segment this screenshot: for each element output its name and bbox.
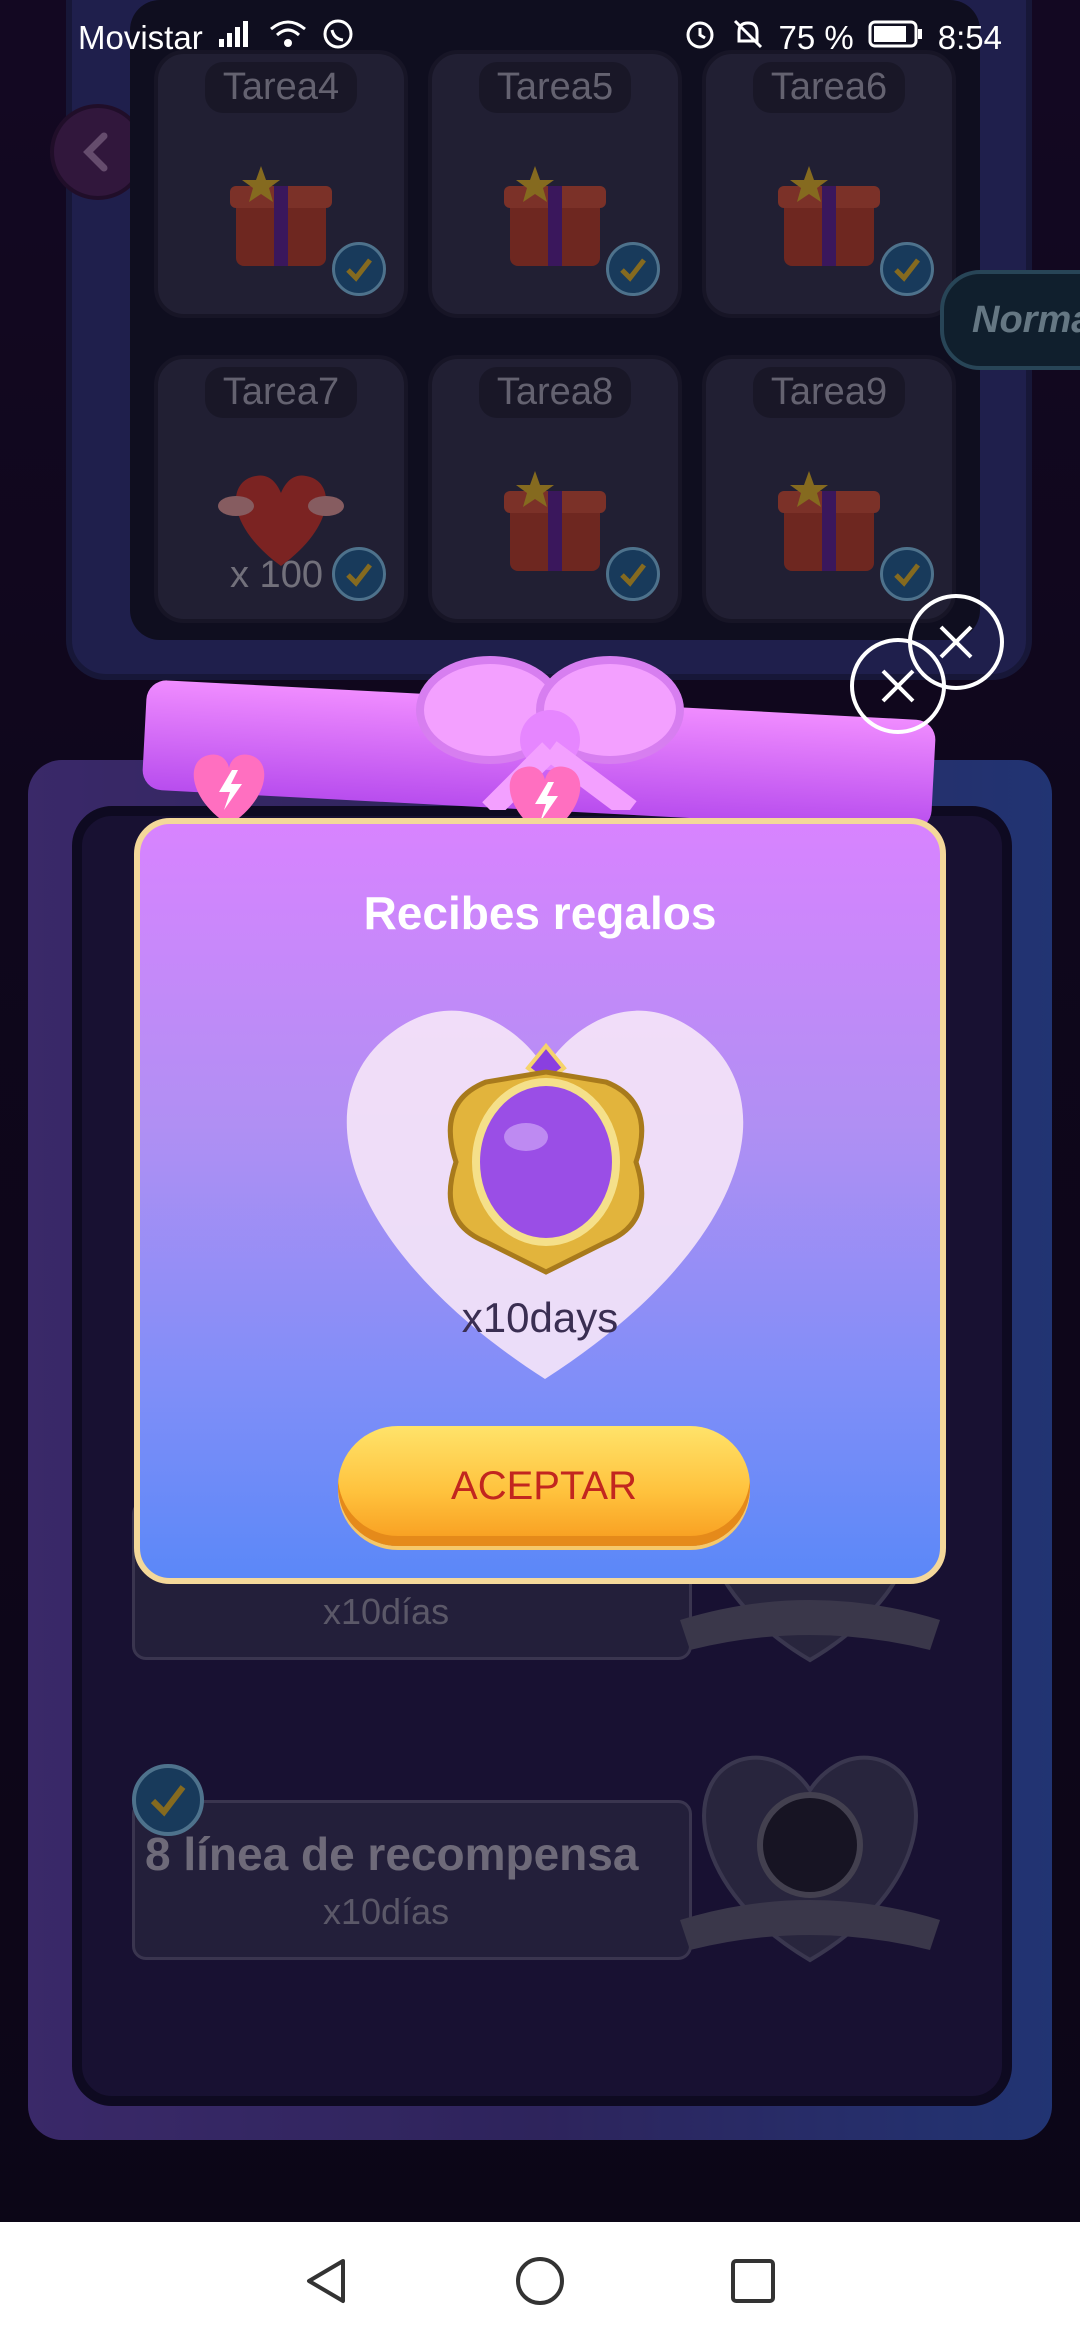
modal-title: Recibes regalos [363,887,717,939]
status-bar: Movistar 75 % 8:54 [0,0,1080,76]
carrier-name: Movistar [78,19,203,56]
close-icon [939,625,973,659]
recents-square-icon[interactable] [725,2253,781,2309]
battery-icon [868,19,924,57]
status-right: 75 % 8:54 [683,17,1002,59]
reward-amount: x10days [461,1294,619,1341]
home-circle-icon[interactable] [512,2253,568,2309]
system-nav-bar [0,2222,1080,2340]
wifi-icon [269,19,307,57]
reward-modal: Recibes regalos x10days ACEPTAR [0,0,1080,2222]
close-icon [881,669,915,703]
app-screen: Movistar 75 % 8:54 Tarea4 Tarea5 Tarea6 … [0,0,1080,2222]
reward-dialog: Recibes regalos x10days ACEPTAR [134,818,946,1584]
winged-heart-icon [193,754,265,825]
close-button[interactable] [850,638,946,734]
alarm-icon [683,17,717,59]
back-triangle-icon[interactable] [299,2253,355,2309]
signal-icon [217,19,255,57]
status-left: Movistar [78,17,355,59]
mute-icon [731,17,765,59]
medal-icon [447,1042,645,1275]
clock: 8:54 [937,19,1002,56]
battery-percent: 75 % [778,19,854,56]
accept-button[interactable]: ACEPTAR [338,1426,750,1546]
whatsapp-icon [321,17,355,59]
